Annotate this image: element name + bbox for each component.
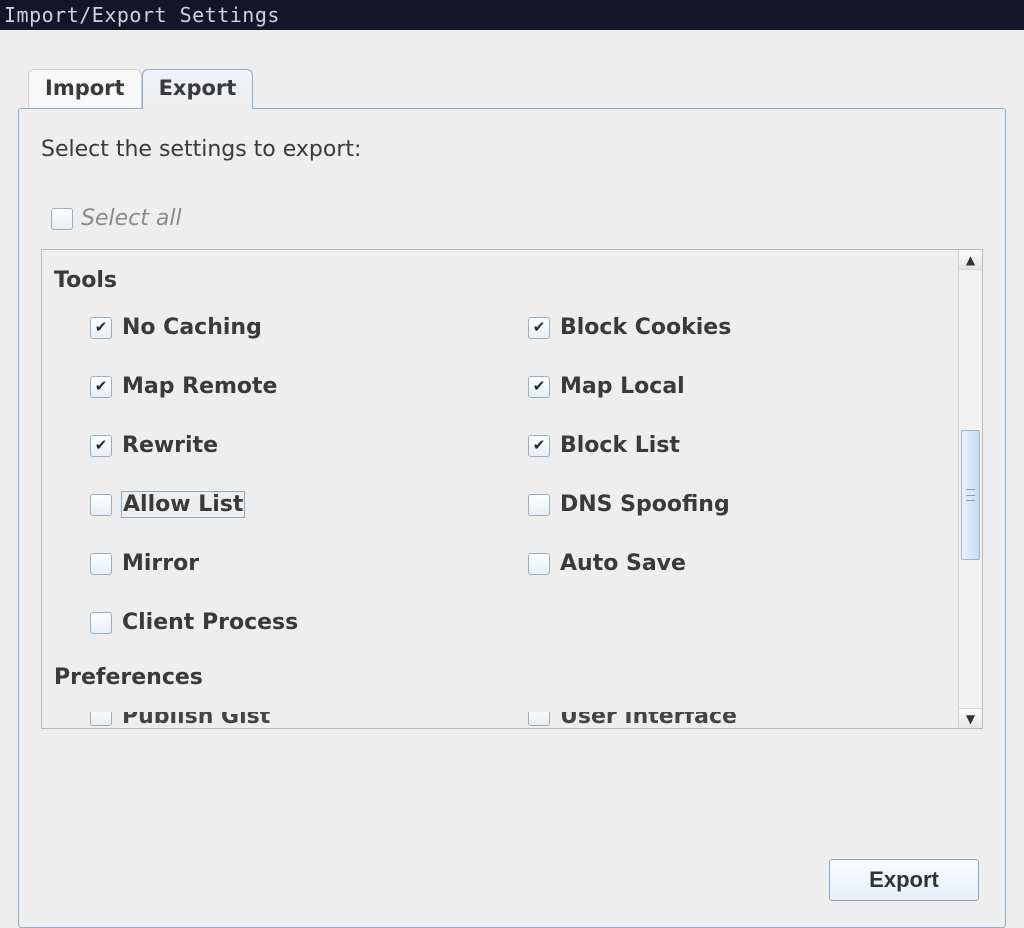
- checkbox-dns-spoofing[interactable]: [528, 494, 550, 516]
- label-no-caching: No Caching: [122, 315, 262, 340]
- checkbox-auto-save[interactable]: [528, 553, 550, 575]
- settings-listbox: Tools No Caching Block Cookies Map Remot…: [41, 249, 983, 729]
- tab-export-label: Export: [159, 76, 237, 100]
- export-button-label: Export: [869, 867, 939, 892]
- label-mirror: Mirror: [122, 551, 199, 576]
- label-rewrite: Rewrite: [122, 433, 218, 458]
- option-client-process: Client Process: [90, 610, 508, 635]
- checkbox-user-interface[interactable]: [528, 712, 550, 726]
- checkbox-rewrite[interactable]: [90, 435, 112, 457]
- group-title-tools: Tools: [54, 268, 946, 293]
- preferences-partial-row: Publish Gist User Interface: [90, 712, 946, 728]
- option-map-local: Map Local: [528, 374, 946, 399]
- scroll-up-button[interactable]: ▲: [959, 250, 982, 270]
- option-map-remote: Map Remote: [90, 374, 508, 399]
- option-mirror: Mirror: [90, 551, 508, 576]
- label-block-list: Block List: [560, 433, 680, 458]
- group-title-preferences: Preferences: [54, 665, 946, 690]
- option-auto-save: Auto Save: [528, 551, 946, 576]
- settings-list-inner: Tools No Caching Block Cookies Map Remot…: [42, 250, 958, 728]
- button-row: Export: [829, 859, 979, 901]
- tab-import-label: Import: [45, 76, 125, 100]
- triangle-down-icon: ▼: [966, 712, 975, 726]
- dialog-content: Import Export Select the settings to exp…: [0, 30, 1024, 899]
- scrollbar-thumb[interactable]: [961, 430, 980, 560]
- checkbox-allow-list[interactable]: [90, 494, 112, 516]
- checkbox-map-local[interactable]: [528, 376, 550, 398]
- label-map-remote: Map Remote: [122, 374, 277, 399]
- option-publish-gist: Publish Gist: [90, 712, 508, 728]
- label-publish-gist: Publish Gist: [122, 712, 270, 728]
- label-map-local: Map Local: [560, 374, 685, 399]
- option-no-caching: No Caching: [90, 315, 508, 340]
- option-dns-spoofing: DNS Spoofing: [528, 492, 946, 517]
- option-user-interface: User Interface: [528, 712, 946, 728]
- label-dns-spoofing: DNS Spoofing: [560, 492, 730, 517]
- checkbox-map-remote[interactable]: [90, 376, 112, 398]
- tab-import[interactable]: Import: [28, 69, 142, 108]
- scrollbar-track[interactable]: [959, 270, 982, 708]
- tab-bar: Import Export: [28, 70, 1006, 108]
- checkbox-publish-gist[interactable]: [90, 712, 112, 726]
- label-allow-list: Allow List: [122, 492, 244, 517]
- scroll-down-button[interactable]: ▼: [959, 708, 982, 728]
- checkbox-block-list[interactable]: [528, 435, 550, 457]
- checkbox-client-process[interactable]: [90, 612, 112, 634]
- checkbox-mirror[interactable]: [90, 553, 112, 575]
- checkbox-block-cookies[interactable]: [528, 317, 550, 339]
- label-block-cookies: Block Cookies: [560, 315, 731, 340]
- option-block-list: Block List: [528, 433, 946, 458]
- export-panel: Select the settings to export: Select al…: [18, 108, 1006, 928]
- select-all-row: Select all: [51, 206, 983, 231]
- select-all-label: Select all: [81, 206, 182, 231]
- label-user-interface: User Interface: [560, 712, 737, 728]
- triangle-up-icon: ▲: [966, 253, 975, 267]
- checkbox-no-caching[interactable]: [90, 317, 112, 339]
- option-allow-list: Allow List: [90, 492, 508, 517]
- export-prompt: Select the settings to export:: [41, 137, 983, 162]
- export-button[interactable]: Export: [829, 859, 979, 901]
- tab-export[interactable]: Export: [142, 69, 254, 109]
- window-title: Import/Export Settings: [4, 3, 280, 27]
- label-auto-save: Auto Save: [560, 551, 686, 576]
- tools-option-grid: No Caching Block Cookies Map Remote Map …: [90, 315, 946, 635]
- option-block-cookies: Block Cookies: [528, 315, 946, 340]
- window-titlebar: Import/Export Settings: [0, 0, 1024, 30]
- label-client-process: Client Process: [122, 610, 298, 635]
- option-rewrite: Rewrite: [90, 433, 508, 458]
- list-scrollbar[interactable]: ▲ ▼: [958, 250, 982, 728]
- select-all-checkbox[interactable]: [51, 208, 73, 230]
